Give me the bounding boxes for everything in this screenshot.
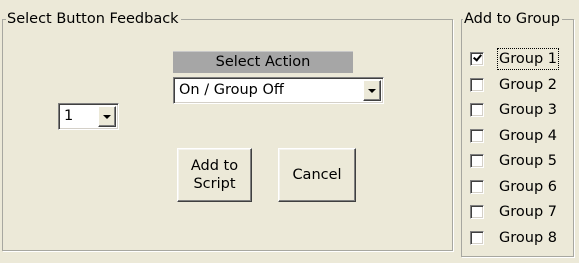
checkbox[interactable] xyxy=(470,52,484,66)
checkbox[interactable] xyxy=(470,180,484,194)
button-number-dropdown-value: 1 xyxy=(64,108,74,124)
cancel-button[interactable]: Cancel xyxy=(278,148,356,202)
button-number-dropdown-arrow-button[interactable] xyxy=(98,106,116,127)
checkbox[interactable] xyxy=(470,129,484,143)
group-checkbox-label[interactable]: Group 8 xyxy=(498,228,558,248)
action-dropdown-value: On / Group Off xyxy=(179,82,284,98)
action-dropdown-arrow-button[interactable] xyxy=(363,80,381,101)
add-to-group-title: Add to Group xyxy=(463,10,562,28)
button-number-dropdown[interactable]: 1 xyxy=(58,103,119,130)
checkbox[interactable] xyxy=(470,231,484,245)
dialog-window: Select Button Feedback Add to Group Sele… xyxy=(0,0,579,263)
action-dropdown[interactable]: On / Group Off xyxy=(173,77,384,104)
group-checkbox-label[interactable]: Group 6 xyxy=(498,177,558,197)
group-checkbox-label[interactable]: Group 2 xyxy=(498,75,558,95)
add-to-script-button[interactable]: Add to Script xyxy=(177,148,252,202)
select-button-feedback-title: Select Button Feedback xyxy=(6,10,181,28)
checkmark-icon xyxy=(473,52,482,62)
group-checkbox-label[interactable]: Group 5 xyxy=(498,151,558,171)
checkbox[interactable] xyxy=(470,205,484,219)
group-checkbox-label[interactable]: Group 4 xyxy=(498,126,558,146)
group-checkbox-label[interactable]: Group 1 xyxy=(497,48,559,70)
select-action-header: Select Action xyxy=(173,51,353,73)
checkbox[interactable] xyxy=(470,103,484,117)
chevron-down-icon xyxy=(368,89,376,93)
checkbox[interactable] xyxy=(470,78,484,92)
group-checkbox-label[interactable]: Group 3 xyxy=(498,100,558,120)
group-checkbox-label[interactable]: Group 7 xyxy=(498,202,558,222)
checkbox[interactable] xyxy=(470,154,484,168)
chevron-down-icon xyxy=(103,115,111,119)
